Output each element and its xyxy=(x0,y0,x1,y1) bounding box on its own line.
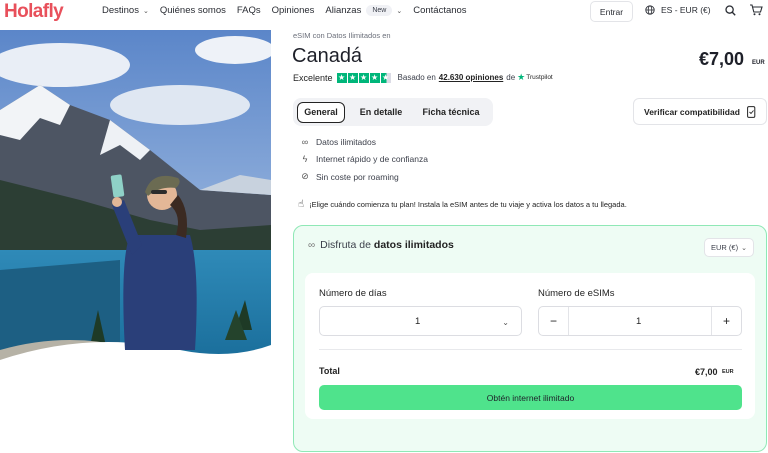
nav-opiniones[interactable]: Opiniones xyxy=(272,5,315,16)
main-nav: Destinos ⌄ Quiénes somos FAQs Opiniones A… xyxy=(102,5,478,16)
chevron-down-icon: ⌄ xyxy=(741,244,747,252)
tab-en-detalle[interactable]: En detalle xyxy=(351,102,411,123)
trustpilot-name: Trustpilot xyxy=(526,74,553,81)
page-title: Canadá xyxy=(292,45,363,67)
star-icon: ★ xyxy=(336,72,347,83)
feature-label: Internet rápido y de confianza xyxy=(316,154,428,164)
esims-value[interactable]: 1 xyxy=(636,316,641,327)
feature-label: Sin coste por roaming xyxy=(316,171,399,182)
activation-notice: ☝ ¡Elige cuándo comienza tu plan! Instal… xyxy=(298,199,627,210)
currency-select-value: EUR (€) xyxy=(711,243,739,252)
get-unlimited-internet-button[interactable]: Obtén internet ilimitado xyxy=(319,385,742,410)
nav-contactanos-label: Contáctanos xyxy=(413,5,467,16)
rating-stars: ★ ★ ★ ★ ★ xyxy=(336,72,392,83)
plan-heading-bold: datos ilimitados xyxy=(373,239,454,251)
hero-image xyxy=(0,30,271,360)
feature-item: ∞ Datos ilimitados xyxy=(298,137,376,147)
new-badge: New xyxy=(366,5,393,16)
currency-select[interactable]: EUR (€) ⌄ xyxy=(704,238,754,257)
product-price: €7,00 xyxy=(699,49,745,69)
decrement-button[interactable]: − xyxy=(539,307,569,335)
star-icon: ★ xyxy=(358,72,369,83)
trustpilot-logo: ★ Trustpilot xyxy=(517,72,553,83)
esims-label: Número de eSIMs xyxy=(538,288,615,299)
chevron-down-icon: ⌄ xyxy=(502,318,509,327)
rating-label: Excelente xyxy=(293,72,333,83)
feature-item: ϟ Internet rápido y de confianza xyxy=(298,154,428,164)
infinity-icon: ∞ xyxy=(308,239,316,251)
days-select[interactable]: 1 ⌄ xyxy=(319,306,522,336)
product-tabs: General En detalle Ficha técnica xyxy=(293,98,493,126)
star-icon: ★ xyxy=(347,72,358,83)
divider xyxy=(319,349,742,350)
infinity-icon: ∞ xyxy=(301,137,309,147)
language-currency-label: ES - EUR (€) xyxy=(661,5,711,15)
login-button[interactable]: Entrar xyxy=(590,1,633,22)
no-roaming-icon: ⊘ xyxy=(301,171,309,181)
chevron-down-icon: ⌄ xyxy=(142,7,149,15)
product-subtitle: eSIM con Datos Ilimitados en xyxy=(293,31,391,40)
verify-compatibility-button[interactable]: Verificar compatibilidad xyxy=(633,98,767,125)
feature-item: ⊘ Sin coste por roaming xyxy=(298,171,399,182)
bolt-icon: ϟ xyxy=(302,154,308,164)
days-label: Número de días xyxy=(319,288,387,299)
notice-text: ¡Elige cuándo comienza tu plan! Instala … xyxy=(309,200,627,209)
language-currency-selector[interactable]: ES - EUR (€) xyxy=(645,5,711,15)
site-header: Holafly Destinos ⌄ Quiénes somos FAQs Opi… xyxy=(0,0,768,24)
globe-icon xyxy=(645,5,655,15)
total-value: €7,00 xyxy=(695,367,718,377)
nav-quienes-somos[interactable]: Quiénes somos xyxy=(160,5,226,16)
nav-faqs[interactable]: FAQs xyxy=(237,5,261,16)
verify-label: Verificar compatibilidad xyxy=(644,106,740,117)
price-currency: EUR xyxy=(752,60,765,66)
plan-heading: ∞ Disfruta de datos ilimitados xyxy=(308,239,454,251)
nav-contactanos[interactable]: Contáctanos xyxy=(413,5,466,16)
nav-destinos[interactable]: Destinos ⌄ xyxy=(102,5,149,16)
nav-alianzas-label: Alianzas xyxy=(325,5,362,16)
nav-opiniones-label: Opiniones xyxy=(271,5,315,16)
trustpilot-star-icon: ★ xyxy=(517,72,526,82)
holafly-logo[interactable]: Holafly xyxy=(4,1,64,23)
plan-heading-prefix: Disfruta de xyxy=(320,239,371,251)
plan-configurator: ∞ Disfruta de datos ilimitados EUR (€) ⌄… xyxy=(293,225,767,452)
increment-button[interactable]: + xyxy=(711,307,741,335)
days-value: 1 xyxy=(415,316,421,327)
phone-check-icon xyxy=(747,106,756,118)
plan-card: Número de días Número de eSIMs 1 ⌄ − 1 +… xyxy=(305,273,755,419)
feature-label: Datos ilimitados xyxy=(316,137,376,147)
total-label: Total xyxy=(319,366,340,376)
rating-based-on: Basado en xyxy=(397,73,436,82)
nav-faqs-label: FAQs xyxy=(236,5,261,16)
nav-destinos-label: Destinos xyxy=(102,5,139,16)
trustpilot-rating: Excelente ★ ★ ★ ★ ★ Basado en 42.630 opi… xyxy=(293,72,553,83)
hand-icon: ☝ xyxy=(298,199,305,210)
search-icon[interactable] xyxy=(725,5,736,16)
total-currency: EUR xyxy=(722,369,734,375)
nav-alianzas[interactable]: Alianzas New ⌄ xyxy=(325,5,402,16)
tab-ficha-tecnica[interactable]: Ficha técnica xyxy=(415,102,487,123)
cart-icon[interactable] xyxy=(749,4,763,16)
star-half-icon: ★ xyxy=(380,72,391,83)
chevron-down-icon: ⌄ xyxy=(396,7,403,15)
esims-stepper: − 1 + xyxy=(538,306,742,336)
nav-quienes-label: Quiénes somos xyxy=(159,5,226,16)
tab-general[interactable]: General xyxy=(297,101,345,123)
rating-de: de xyxy=(506,73,516,82)
star-icon: ★ xyxy=(369,72,380,83)
reviews-count-link[interactable]: 42.630 opiniones xyxy=(439,73,503,82)
